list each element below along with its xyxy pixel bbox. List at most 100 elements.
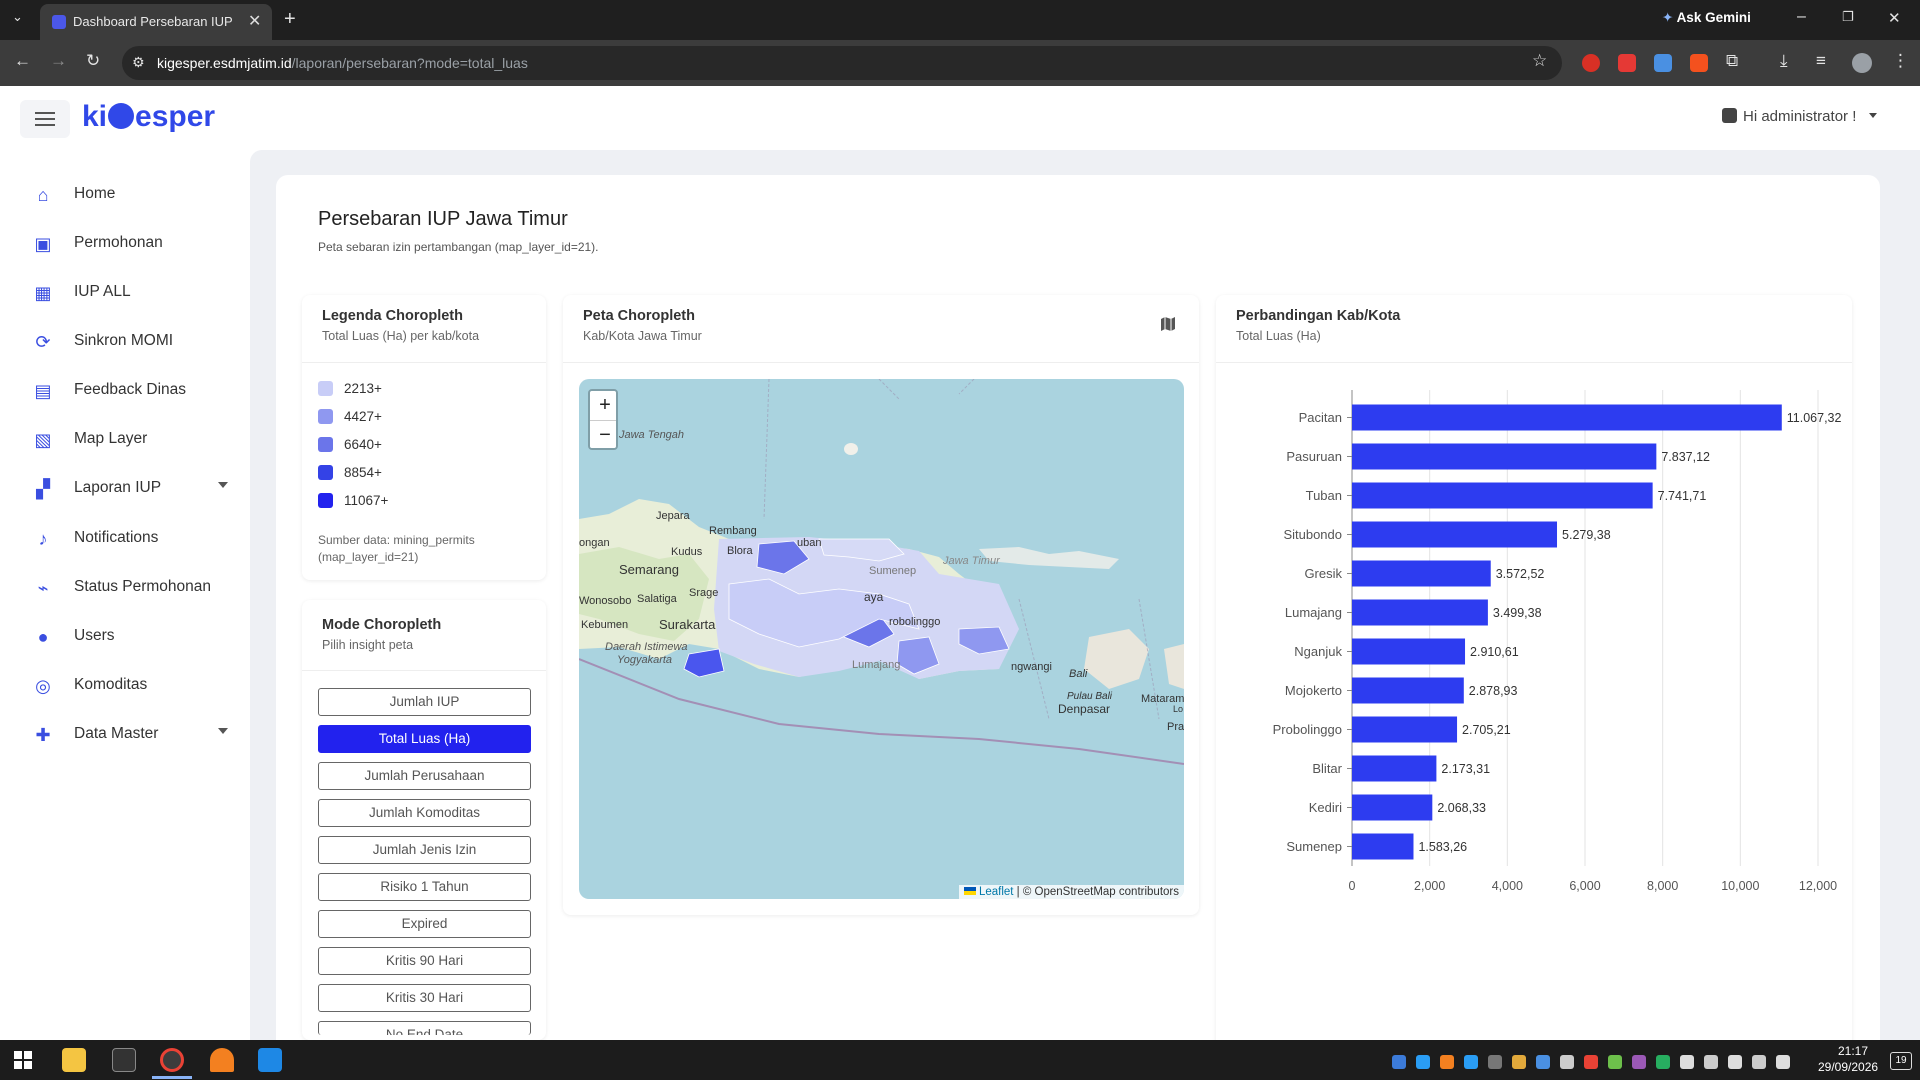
bali-island-shape [1084,629,1149,689]
browser-tab[interactable]: Dashboard Persebaran IUP ✕ [40,4,272,40]
site-info-icon[interactable]: ⚙ [132,54,145,71]
mode-button-jumlah-perusahaan[interactable]: Jumlah Perusahaan [318,762,531,790]
zoom-out-button[interactable]: − [590,421,616,448]
table-icon: ▦ [34,283,52,303]
reload-icon[interactable]: ↻ [86,51,100,71]
mode-button-jumlah-komoditas[interactable]: Jumlah Komoditas [318,799,531,827]
tray-icon[interactable] [1776,1055,1790,1069]
sidebar-item-label: Status Permohonan [74,578,212,595]
sidebar-item-notifications[interactable]: ♪ Notifications [32,520,242,556]
mode-button-expired[interactable]: Expired [318,910,531,938]
restore-icon[interactable]: ❐ [1842,9,1854,25]
terminal-icon[interactable] [112,1048,136,1072]
sidebar-item-feedback-dinas[interactable]: ▤ Feedback Dinas [32,372,242,408]
sidebar-item-laporan-iup[interactable]: ▞ Laporan IUP [32,470,242,506]
tab-search-icon[interactable]: ⌄ [12,9,23,25]
forward-icon[interactable]: → [50,51,67,71]
user-menu-button[interactable]: Hi administrator ! [1722,108,1877,125]
map-label: Semarang [619,562,679,577]
app-logo[interactable]: ki esper [82,100,215,134]
tray-icon[interactable] [1752,1055,1766,1069]
map-label: robolinggo [889,616,941,628]
tray-icon[interactable] [1416,1055,1430,1069]
url-text[interactable]: kigesper.esdmjatim.id/laporan/persebaran… [157,55,528,71]
tray-icon[interactable] [1512,1055,1526,1069]
notification-center-icon[interactable]: 19 [1890,1052,1912,1070]
sidebar-item-sinkron-momi[interactable]: ⟳ Sinkron MOMI [32,323,242,359]
extension-s-icon[interactable] [1654,54,1672,72]
windows-start-icon[interactable] [14,1051,32,1069]
mode-button-jumlah-jenis-izin[interactable]: Jumlah Jenis Izin [318,836,531,864]
sidebar-item-map-layer[interactable]: ▧ Map Layer [32,421,242,457]
profile-avatar-icon[interactable] [1852,53,1872,73]
browser-menu-icon[interactable]: ⋮ [1892,51,1909,71]
sidebar-item-komoditas[interactable]: ◎ Komoditas [32,667,242,703]
cloudflare-icon[interactable] [210,1048,234,1072]
category-label: Tuban [1306,488,1342,503]
bar [1352,404,1782,431]
data-label: 2.068,33 [1437,801,1486,815]
new-tab-icon[interactable]: + [284,8,296,31]
bar [1352,560,1491,587]
back-icon[interactable]: ← [14,51,31,71]
divider [302,670,546,671]
map-layers-icon[interactable] [1160,316,1176,332]
sidebar-item-iup-all[interactable]: ▦ IUP ALL [32,274,242,310]
tray-icon[interactable] [1464,1055,1478,1069]
user-greeting: Hi administrator ! [1743,108,1857,125]
sidebar-item-permohonan[interactable]: ▣ Permohonan [32,225,242,261]
sidebar-item-status-permohonan[interactable]: ⌁ Status Permohonan [32,569,242,605]
vscode-icon[interactable] [258,1048,282,1072]
mode-button-risiko-1-tahun[interactable]: Risiko 1 Tahun [318,873,531,901]
mode-button-no-end-date[interactable]: No End Date [318,1021,531,1035]
extension-video-icon[interactable] [1618,54,1636,72]
mode-button-kritis-90-hari[interactable]: Kritis 90 Hari [318,947,531,975]
mode-button-jumlah-iup[interactable]: Jumlah IUP [318,688,531,716]
legend-subtitle: Total Luas (Ha) per kab/kota [322,329,480,343]
taskbar-clock[interactable]: 21:17 29/09/2026 [1818,1043,1878,1075]
sidebar-item-label: Komoditas [74,676,148,693]
tray-icon[interactable] [1488,1055,1502,1069]
leaflet-link[interactable]: Leaflet [979,886,1014,898]
tray-icon[interactable] [1584,1055,1598,1069]
window-close-icon[interactable]: ✕ [1888,9,1901,27]
home-icon: ⌂ [37,185,49,205]
mode-button-total-luas-ha[interactable]: Total Luas (Ha) [318,725,531,753]
tray-icon[interactable] [1392,1055,1406,1069]
tray-icon[interactable] [1608,1055,1622,1069]
minimize-icon[interactable]: – [1797,8,1806,26]
tray-icon[interactable] [1680,1055,1694,1069]
divider [563,362,1199,363]
extensions-puzzle-icon[interactable]: ⧉ [1726,51,1738,71]
sidebar-item-data-master[interactable]: ✚ Data Master [32,716,242,752]
file-explorer-icon[interactable] [62,1048,86,1072]
tray-icon[interactable] [1728,1055,1742,1069]
downloads-icon[interactable]: ⤓ [1780,51,1788,71]
bar [1352,482,1653,509]
choropleth-map[interactable]: Jawa Tengah Jepara Rembang Kudus Blora S… [579,379,1184,899]
legend-label: 4427+ [344,409,382,424]
mode-button-kritis-30-hari[interactable]: Kritis 30 Hari [318,984,531,1012]
ukraine-flag-icon [963,887,976,895]
sidebar-toggle-button[interactable] [20,100,70,138]
tray-icon[interactable] [1536,1055,1550,1069]
tab-close-icon[interactable]: ✕ [248,11,261,31]
bookmark-star-icon[interactable]: ☆ [1532,51,1547,71]
bar-chart: 0 2,000 4,000 6,000 8,000 10,000 12,000 Pacitan… [1273,390,1842,893]
ask-gemini-button[interactable]: ✦ Ask Gemini [1662,10,1751,26]
tray-icon[interactable] [1560,1055,1574,1069]
extension-orange-icon[interactable] [1690,54,1708,72]
chrome-icon[interactable] [160,1048,184,1072]
clipboard-user-icon: ▤ [34,381,52,401]
legend-title: Legenda Choropleth [322,308,463,324]
legend-source: Sumber data: mining_permits (map_layer_i… [318,532,475,566]
tray-icon[interactable] [1704,1055,1718,1069]
extension-red-icon[interactable] [1582,54,1600,72]
sidebar-item-users[interactable]: ● Users [32,618,242,654]
sidebar-item-home[interactable]: ⌂ Home [32,176,242,212]
tray-icon[interactable] [1632,1055,1646,1069]
media-control-icon[interactable]: ≡ [1816,51,1826,71]
tray-icon[interactable] [1656,1055,1670,1069]
tray-icon[interactable] [1440,1055,1454,1069]
zoom-in-button[interactable]: + [590,391,616,421]
